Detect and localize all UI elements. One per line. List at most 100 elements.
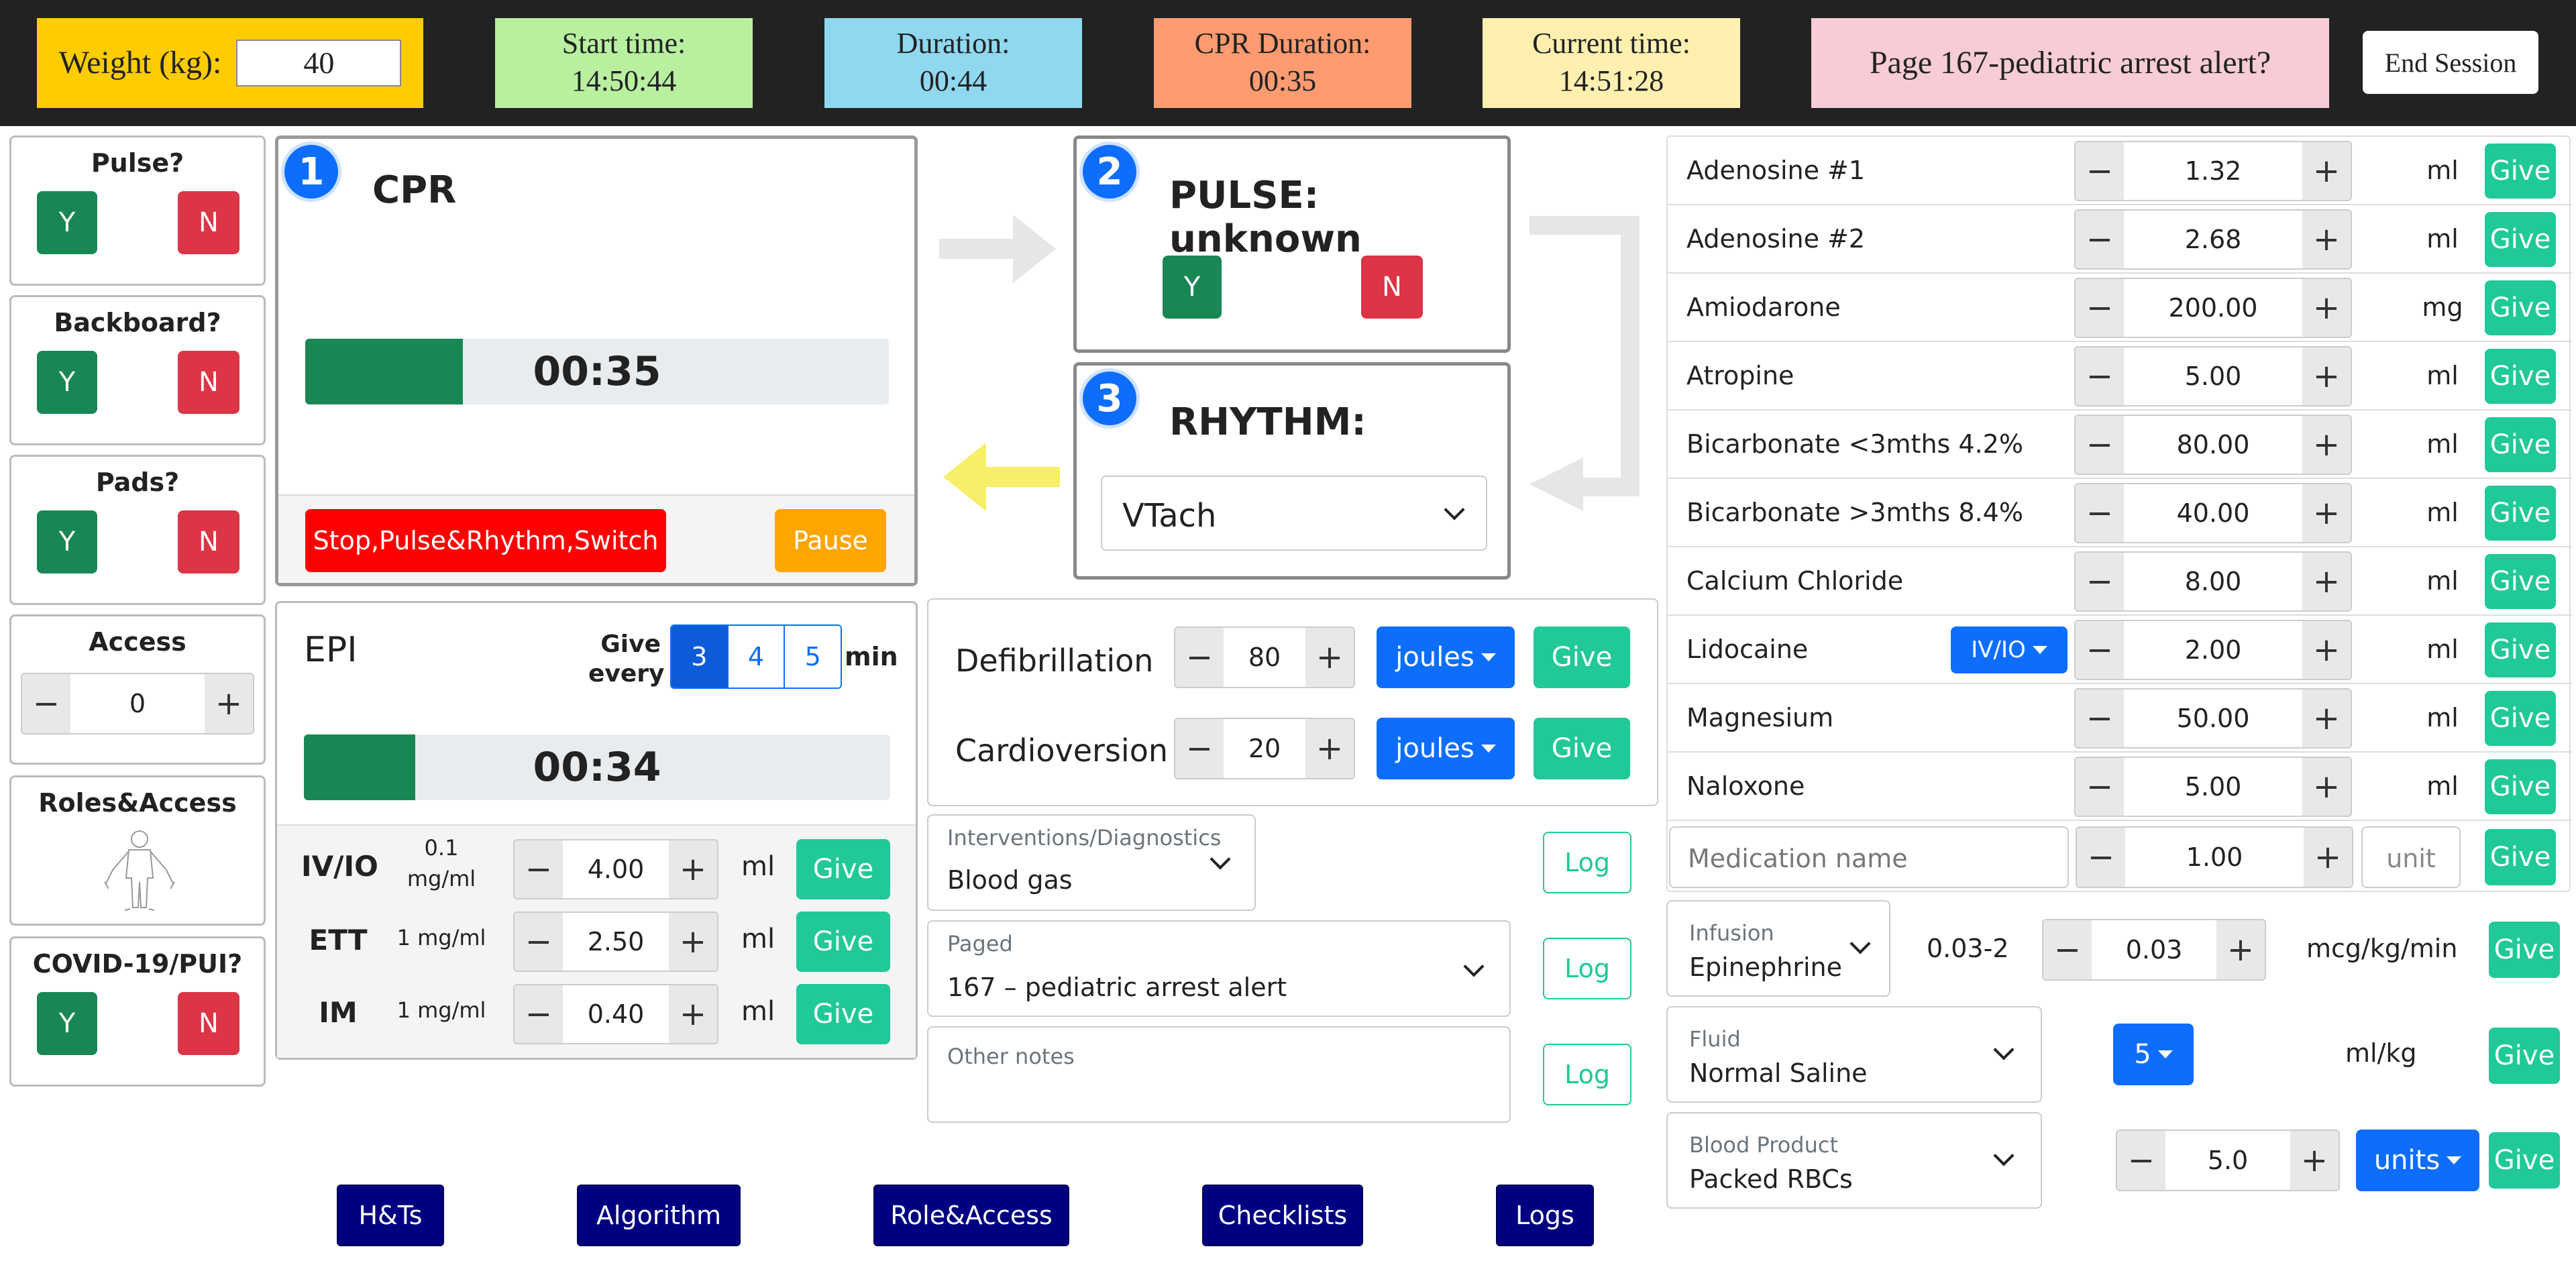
- cardioversion-value[interactable]: 20: [1224, 719, 1305, 778]
- medication-give-button[interactable]: Give: [2485, 554, 2556, 609]
- medication-plus-button[interactable]: +: [2302, 142, 2351, 200]
- medication-dose-value[interactable]: 50.00: [2124, 690, 2302, 747]
- epi-ett-minus-button[interactable]: −: [515, 913, 563, 971]
- blood-plus-button[interactable]: +: [2290, 1131, 2339, 1190]
- medication-plus-button[interactable]: +: [2302, 484, 2351, 542]
- cardioversion-plus-button[interactable]: +: [1305, 719, 1354, 778]
- infusion-give-button[interactable]: Give: [2489, 922, 2560, 978]
- medication-minus-button[interactable]: −: [2076, 211, 2124, 268]
- medication-give-button[interactable]: Give: [2485, 417, 2556, 472]
- medication-minus-button[interactable]: −: [2076, 484, 2124, 542]
- medication-give-button[interactable]: Give: [2485, 212, 2556, 267]
- custom-med-minus-button[interactable]: −: [2077, 828, 2125, 887]
- medication-dose-value[interactable]: 200.00: [2124, 279, 2302, 337]
- medication-give-button[interactable]: Give: [2485, 486, 2556, 541]
- blood-give-button[interactable]: Give: [2489, 1132, 2560, 1189]
- epi-ett-give-button[interactable]: Give: [796, 912, 890, 972]
- medication-give-button[interactable]: Give: [2485, 144, 2556, 199]
- infusion-select[interactable]: Infusion Epinephrine: [1666, 900, 1890, 997]
- epi-im-value[interactable]: 0.40: [563, 985, 669, 1043]
- medication-minus-button[interactable]: −: [2076, 553, 2124, 610]
- medication-give-button[interactable]: Give: [2485, 349, 2556, 404]
- other-notes-input[interactable]: Other notes: [927, 1026, 1511, 1123]
- fluid-amount-dropdown[interactable]: 5: [2113, 1024, 2194, 1085]
- interventions-log-button[interactable]: Log: [1543, 832, 1631, 893]
- medication-dose-value[interactable]: 80.00: [2124, 416, 2302, 474]
- medication-give-button[interactable]: Give: [2485, 759, 2556, 814]
- epi-ett-value[interactable]: 2.50: [563, 913, 669, 971]
- medication-give-button[interactable]: Give: [2485, 691, 2556, 746]
- epi-im-plus-button[interactable]: +: [669, 985, 717, 1043]
- blood-minus-button[interactable]: −: [2117, 1131, 2165, 1190]
- backboard-no-button[interactable]: N: [178, 351, 239, 414]
- pause-button[interactable]: Pause: [775, 509, 886, 572]
- epi-ivio-minus-button[interactable]: −: [515, 840, 563, 898]
- access-plus-button[interactable]: +: [205, 674, 253, 733]
- backboard-yes-button[interactable]: Y: [37, 351, 97, 414]
- pulse-yes-button[interactable]: Y: [37, 191, 97, 254]
- medication-dose-value[interactable]: 8.00: [2124, 553, 2302, 610]
- page-alert-button[interactable]: Page 167-pediatric arrest alert?: [1811, 18, 2329, 108]
- interventions-select[interactable]: Interventions/Diagnostics Blood gas: [927, 814, 1256, 911]
- medication-minus-button[interactable]: −: [2076, 758, 2124, 816]
- access-minus-button[interactable]: −: [22, 674, 70, 733]
- epi-interval-5-button[interactable]: 5: [784, 626, 841, 688]
- defibrillation-value[interactable]: 80: [1224, 628, 1305, 687]
- medication-dose-value[interactable]: 2.00: [2124, 621, 2302, 679]
- blood-dose-value[interactable]: 5.0: [2165, 1131, 2290, 1190]
- infusion-dose-value[interactable]: 0.03: [2092, 920, 2216, 979]
- medication-dose-value[interactable]: 5.00: [2124, 347, 2302, 405]
- pads-no-button[interactable]: N: [178, 510, 239, 573]
- stop-pulse-rhythm-switch-button[interactable]: Stop,Pulse&Rhythm,Switch: [305, 509, 666, 572]
- medication-plus-button[interactable]: +: [2302, 621, 2351, 679]
- infusion-minus-button[interactable]: −: [2043, 920, 2092, 979]
- pads-yes-button[interactable]: Y: [37, 510, 97, 573]
- epi-im-minus-button[interactable]: −: [515, 985, 563, 1043]
- paged-select[interactable]: Paged 167 – pediatric arrest alert: [927, 920, 1511, 1017]
- epi-im-give-button[interactable]: Give: [796, 984, 890, 1044]
- custom-med-plus-button[interactable]: +: [2304, 828, 2352, 887]
- end-session-button[interactable]: End Session: [2363, 31, 2538, 94]
- pulse-panel-no-button[interactable]: N: [1361, 256, 1423, 319]
- medication-plus-button[interactable]: +: [2302, 279, 2351, 337]
- fluid-give-button[interactable]: Give: [2489, 1028, 2560, 1084]
- medication-minus-button[interactable]: −: [2076, 347, 2124, 405]
- blood-product-select[interactable]: Blood Product Packed RBCs: [1666, 1112, 2042, 1209]
- nav-hts-button[interactable]: H&Ts: [337, 1185, 444, 1246]
- custom-med-give-button[interactable]: Give: [2485, 829, 2556, 885]
- medication-dose-value[interactable]: 2.68: [2124, 211, 2302, 268]
- cardioversion-give-button[interactable]: Give: [1534, 718, 1630, 779]
- defibrillation-give-button[interactable]: Give: [1534, 626, 1630, 688]
- epi-ett-plus-button[interactable]: +: [669, 913, 717, 971]
- medication-dose-value[interactable]: 40.00: [2124, 484, 2302, 542]
- covid-no-button[interactable]: N: [178, 992, 239, 1055]
- defibrillation-unit-dropdown[interactable]: joules: [1377, 626, 1515, 688]
- medication-minus-button[interactable]: −: [2076, 690, 2124, 747]
- medication-give-button[interactable]: Give: [2485, 622, 2556, 677]
- defibrillation-plus-button[interactable]: +: [1305, 628, 1354, 687]
- medication-dose-value[interactable]: 1.32: [2124, 142, 2302, 200]
- roles-access-card[interactable]: Roles&Access: [9, 775, 266, 926]
- epi-interval-4-button[interactable]: 4: [727, 626, 784, 688]
- medication-minus-button[interactable]: −: [2076, 279, 2124, 337]
- defibrillation-minus-button[interactable]: −: [1175, 628, 1224, 687]
- medication-minus-button[interactable]: −: [2076, 621, 2124, 679]
- medication-plus-button[interactable]: +: [2302, 416, 2351, 474]
- pulse-panel-yes-button[interactable]: Y: [1163, 256, 1222, 319]
- rhythm-select[interactable]: VTach: [1101, 476, 1487, 551]
- medication-plus-button[interactable]: +: [2302, 347, 2351, 405]
- weight-input[interactable]: 40: [236, 40, 402, 87]
- infusion-plus-button[interactable]: +: [2216, 920, 2265, 979]
- paged-log-button[interactable]: Log: [1543, 938, 1631, 999]
- epi-ivio-plus-button[interactable]: +: [669, 840, 717, 898]
- cardioversion-minus-button[interactable]: −: [1175, 719, 1224, 778]
- medication-minus-button[interactable]: −: [2076, 416, 2124, 474]
- nav-role-access-button[interactable]: Role&Access: [873, 1185, 1069, 1246]
- medication-name-input[interactable]: Medication name: [1669, 826, 2069, 888]
- access-value[interactable]: 0: [70, 674, 205, 733]
- custom-med-unit-input[interactable]: unit: [2361, 826, 2461, 888]
- medication-plus-button[interactable]: +: [2302, 758, 2351, 816]
- medication-plus-button[interactable]: +: [2302, 553, 2351, 610]
- fluid-select[interactable]: Fluid Normal Saline: [1666, 1006, 2042, 1103]
- cardioversion-unit-dropdown[interactable]: joules: [1377, 718, 1515, 779]
